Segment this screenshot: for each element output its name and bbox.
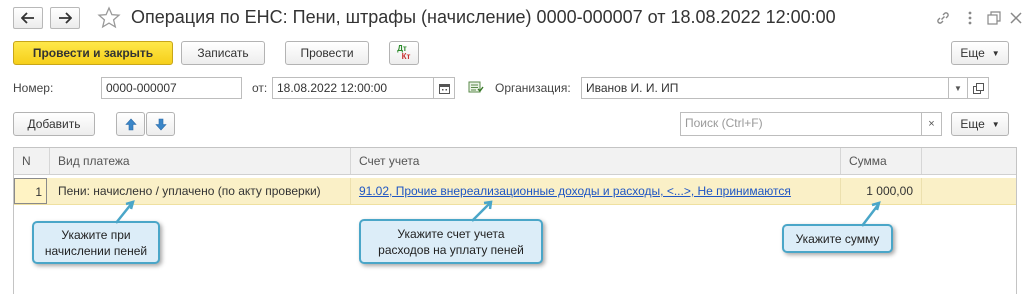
account-cell[interactable]: 91.02, Прочие внереализационные доходы и… <box>351 178 841 204</box>
callout-account-line2: расходов на уплату пеней <box>378 242 524 257</box>
page-title: Операция по ЕНС: Пени, штрафы (начислени… <box>131 7 836 27</box>
table-row[interactable]: 1 Пени: начислено / уплачено (по акту пр… <box>14 178 1016 205</box>
back-button[interactable] <box>13 7 43 29</box>
window-titlebar: Операция по ЕНС: Пени, штрафы (начислени… <box>0 0 1030 36</box>
forward-arrow-icon <box>59 12 72 24</box>
arrow-up-icon <box>124 118 137 130</box>
dt-kt-button[interactable]: Дт Кт <box>389 41 419 65</box>
move-up-button[interactable] <box>116 112 145 136</box>
clear-icon: × <box>928 118 935 130</box>
callout-penalty-line1: Укажите при <box>61 227 131 242</box>
organization-field[interactable]: Иванов И. И. ИП <box>581 77 949 99</box>
post-button[interactable]: Провести <box>285 41 369 65</box>
link-icon[interactable] <box>933 8 953 28</box>
amount-cell[interactable]: 1 000,00 <box>841 178 922 204</box>
payment-type-cell[interactable]: Пени: начислено / уплачено (по акту пров… <box>50 178 351 204</box>
date-label: от: <box>252 81 268 95</box>
organization-label: Организация: <box>495 81 571 95</box>
chevron-down-icon: ▼ <box>991 48 1000 58</box>
table-more-button[interactable]: Еще ▼ <box>951 112 1009 136</box>
open-form-icon <box>972 82 984 94</box>
add-row-button[interactable]: Добавить <box>13 112 95 136</box>
number-field[interactable]: 0000-000007 <box>101 77 242 99</box>
callout-penalty-line2: начислении пеней <box>44 243 148 258</box>
chevron-down-icon: ▼ <box>991 119 1000 129</box>
organization-dropdown-button[interactable]: ▼ <box>948 77 968 99</box>
arrow-down-icon <box>154 118 167 130</box>
callout-account: Укажите счет учета расходов на уплату пе… <box>359 219 543 264</box>
column-header-payment-type[interactable]: Вид платежа <box>50 148 351 174</box>
restore-window-icon[interactable] <box>984 8 1004 28</box>
clear-search-button[interactable]: × <box>921 112 942 136</box>
column-header-account[interactable]: Счет учета <box>351 148 841 174</box>
more-button[interactable]: Еще ▼ <box>951 41 1009 65</box>
post-and-close-button[interactable]: Провести и закрыть <box>13 41 173 65</box>
forward-button[interactable] <box>50 7 80 29</box>
document-status-icon[interactable] <box>468 80 484 94</box>
callout-payment-type: Укажите при начислении пеней <box>32 221 160 264</box>
callout-amount: Укажите сумму <box>782 224 893 253</box>
move-down-button[interactable] <box>146 112 175 136</box>
column-header-amount[interactable]: Сумма <box>841 148 922 174</box>
close-icon[interactable] <box>1006 8 1026 28</box>
table-header: N Вид платежа Счет учета Сумма <box>14 148 1016 175</box>
more-label: Еще <box>960 46 985 60</box>
column-header-n[interactable]: N <box>14 148 50 174</box>
dropdown-icon: ▼ <box>954 83 962 93</box>
table-more-label: Еще <box>960 117 985 131</box>
save-button[interactable]: Записать <box>181 41 265 65</box>
organization-open-button[interactable] <box>967 77 989 99</box>
number-label: Номер: <box>13 81 54 95</box>
back-arrow-icon <box>21 12 34 24</box>
calendar-icon <box>438 83 450 94</box>
star-icon[interactable] <box>97 6 121 30</box>
row-number-cell[interactable]: 1 <box>14 178 47 204</box>
search-input[interactable]: Поиск (Ctrl+F) <box>680 112 922 136</box>
date-field[interactable]: 18.08.2022 12:00:00 <box>272 77 434 99</box>
callout-account-line1: Укажите счет учета <box>397 226 505 241</box>
kt-label: Кт <box>401 52 411 61</box>
kebab-menu-icon[interactable] <box>960 8 980 28</box>
calendar-button[interactable] <box>433 77 455 99</box>
